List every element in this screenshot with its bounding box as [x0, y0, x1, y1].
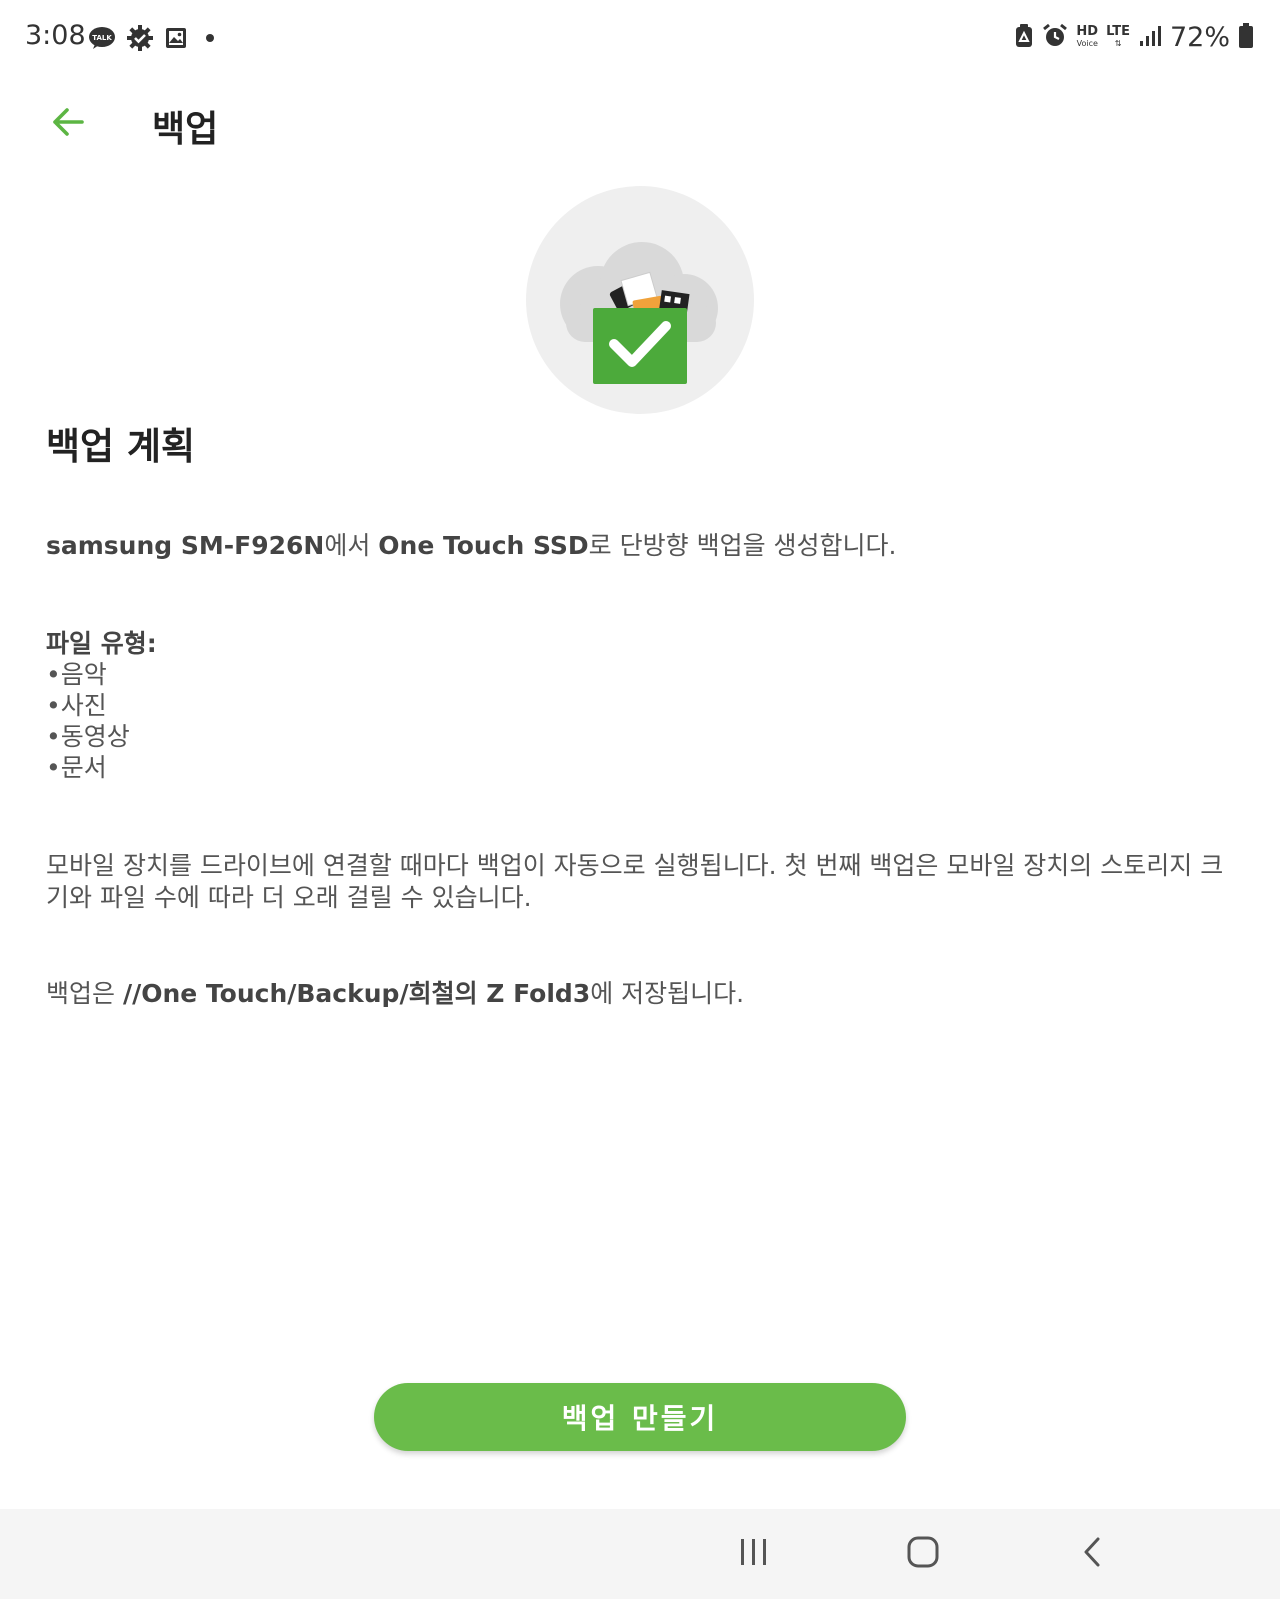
- back-icon: [1080, 1536, 1104, 1572]
- battery-percent: 72%: [1169, 22, 1230, 53]
- back-button[interactable]: [46, 102, 90, 146]
- settings-badge-icon: [126, 24, 154, 56]
- back-arrow-icon: [50, 104, 86, 144]
- device-name: samsung SM-F926N: [46, 531, 325, 560]
- recycle-icon: [1014, 23, 1034, 53]
- list-item: 사진: [46, 690, 157, 721]
- location-suffix: 에 저장됩니다.: [590, 979, 745, 1008]
- hd-label: HD: [1076, 23, 1099, 39]
- home-icon: [906, 1535, 940, 1573]
- status-bar: 3:08 TALK HD Voice LTE ⇅ 72%: [0, 0, 1280, 78]
- file-types: 파일 유형: 음악 사진 동영상 문서: [46, 628, 157, 783]
- backup-path: //One Touch/Backup/희철의 Z Fold3: [122, 979, 591, 1008]
- home-button[interactable]: [893, 1531, 953, 1577]
- hd-voice-icon: HD Voice: [1076, 23, 1099, 50]
- battery-icon: [1238, 22, 1254, 53]
- hero-illustration: [526, 186, 754, 414]
- kakaotalk-icon: TALK: [88, 26, 116, 54]
- lte-icon: LTE ⇅: [1106, 23, 1130, 48]
- page-title: 백업: [152, 109, 219, 150]
- list-item: 문서: [46, 752, 157, 783]
- backup-summary: samsung SM-F926N에서 One Touch SSD로 단방향 백업…: [46, 530, 1246, 562]
- status-right-icons: HD Voice LTE ⇅ 72%: [1014, 22, 1254, 53]
- status-time: 3:08: [25, 20, 86, 51]
- create-backup-button[interactable]: 백업 만들기: [374, 1383, 906, 1451]
- target-drive: One Touch SSD: [378, 531, 589, 560]
- navigation-bar: [0, 1509, 1280, 1599]
- auto-backup-note: 모바일 장치를 드라이브에 연결할 때마다 백업이 자동으로 실행됩니다. 첫 …: [46, 851, 1224, 912]
- location-prefix: 백업은: [46, 979, 123, 1008]
- nav-back-button[interactable]: [1062, 1531, 1122, 1577]
- kakao-label: TALK: [92, 34, 112, 42]
- status-left-icons: TALK: [88, 24, 218, 56]
- backup-location: 백업은 //One Touch/Backup/희철의 Z Fold3에 저장됩니…: [46, 978, 1246, 1010]
- file-types-list: 음악 사진 동영상 문서: [46, 659, 157, 783]
- lte-label: LTE: [1106, 23, 1130, 39]
- voice-label: Voice: [1076, 38, 1098, 48]
- recent-apps-button[interactable]: [724, 1531, 784, 1577]
- section-title: 백업 계획: [46, 425, 196, 468]
- summary-text-2: 로 단방향 백업을 생성합니다.: [588, 531, 897, 560]
- list-item: 동영상: [46, 721, 157, 752]
- dot-icon: [198, 28, 218, 52]
- gallery-icon: [164, 26, 188, 54]
- recent-apps-icon: [738, 1537, 770, 1571]
- list-item: 음악: [46, 659, 157, 690]
- alarm-icon: [1042, 23, 1068, 53]
- signal-icon: [1138, 24, 1162, 52]
- summary-text-1: 에서: [324, 531, 379, 560]
- app-bar: 백업: [0, 88, 1280, 160]
- backup-folder-check-icon: [560, 242, 718, 384]
- file-types-label: 파일 유형:: [46, 629, 157, 658]
